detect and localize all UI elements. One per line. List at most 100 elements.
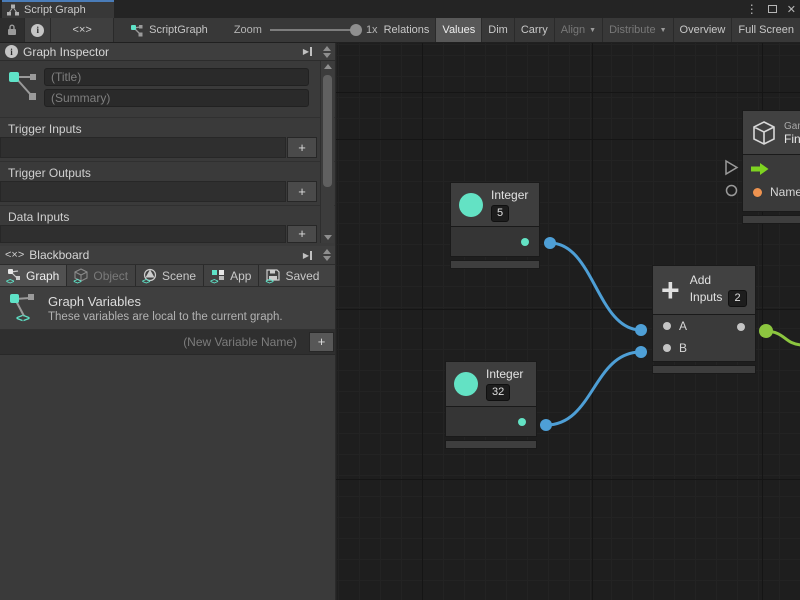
chevron-down-icon: ▼ xyxy=(660,27,667,34)
gameobject-cube-icon xyxy=(751,120,777,146)
output-port[interactable] xyxy=(518,418,526,426)
close-icon[interactable]: ✕ xyxy=(787,3,796,16)
wire-endpoint[interactable] xyxy=(544,237,556,249)
wire-int5-to-a[interactable] xyxy=(550,243,641,330)
breadcrumb-label: ScriptGraph xyxy=(149,24,208,36)
variables-icon: <×> xyxy=(73,24,92,36)
output-port[interactable] xyxy=(737,323,745,331)
svg-text:<>: <> xyxy=(16,311,30,324)
data-inputs-list: + xyxy=(0,225,317,243)
scroll-down-icon[interactable] xyxy=(324,235,332,240)
blackboard-title: Blackboard xyxy=(29,248,298,262)
panel-scroll-arrows[interactable] xyxy=(323,249,331,261)
section-data-inputs: Data Inputs xyxy=(0,205,335,225)
data-port-outline-icon[interactable] xyxy=(725,184,738,197)
node-gameobject-find[interactable]: GameObject Find Name xyxy=(742,110,800,224)
graph-canvas[interactable]: Integer 5 Integer 32 + Add Inputs xyxy=(335,43,800,600)
wire-endpoint[interactable] xyxy=(635,346,647,358)
scrollbar-thumb[interactable] xyxy=(323,75,332,187)
floppy-save-icon: <> xyxy=(266,268,281,283)
blackboard-header: <×> Blackboard ▶ xyxy=(0,246,335,265)
integer-type-icon xyxy=(459,193,483,217)
graph-inspector-header: i Graph Inspector ▶ xyxy=(0,43,335,61)
window-titlebar: Script Graph ⋮ ✕ xyxy=(0,0,800,18)
blackboard-empty-area xyxy=(0,355,335,600)
integer-type-icon xyxy=(454,372,478,396)
tab-graph[interactable]: <> Graph xyxy=(0,265,67,286)
node-title: Integer xyxy=(491,188,528,202)
node-integer-5[interactable]: Integer 5 xyxy=(450,182,540,269)
fullscreen-button[interactable]: Full Screen xyxy=(732,18,800,42)
wire-endpoint[interactable] xyxy=(635,324,647,336)
distribute-button[interactable]: Distribute ▼ xyxy=(603,18,673,42)
new-variable-input[interactable]: (New Variable Name) xyxy=(0,330,307,354)
tab-object[interactable]: <> Object xyxy=(67,265,136,286)
dim-button[interactable]: Dim xyxy=(482,18,515,42)
info-icon: i xyxy=(31,24,44,37)
output-port[interactable] xyxy=(521,238,529,246)
section-trigger-inputs: Trigger Inputs xyxy=(0,117,335,137)
add-icon: + xyxy=(661,275,680,305)
trigger-inputs-list: + xyxy=(0,137,317,158)
lock-button[interactable] xyxy=(0,18,25,42)
trigger-arrow-icon[interactable] xyxy=(751,163,769,175)
graph-inspector-body: (Title) (Summary) xyxy=(0,61,335,117)
graph-inspector-icon xyxy=(8,69,40,103)
trigger-outputs-list: + xyxy=(0,181,317,202)
panel-dock-button[interactable]: ▶ xyxy=(303,251,312,260)
inputs-count-field[interactable]: 2 xyxy=(728,290,746,307)
breadcrumb[interactable]: ScriptGraph xyxy=(130,24,208,37)
graph-icon xyxy=(130,24,143,37)
inputs-label: Inputs xyxy=(690,290,723,304)
add-trigger-input-button[interactable]: + xyxy=(287,137,317,158)
panel-scroll-arrows[interactable] xyxy=(323,46,331,58)
script-graph-icon xyxy=(7,4,19,16)
integer-value-field[interactable]: 32 xyxy=(486,384,510,401)
trigger-outputs-empty xyxy=(0,181,286,202)
node-integer-32[interactable]: Integer 32 xyxy=(445,361,537,449)
graph-variables-description: These variables are local to the current… xyxy=(48,311,283,323)
graph-toolbar: i <×> ScriptGraph Zoom 1x Relations Valu… xyxy=(0,18,800,43)
data-inputs-empty xyxy=(0,225,286,243)
trigger-port-outline-icon[interactable] xyxy=(724,159,739,176)
node-add[interactable]: + Add Inputs 2 A B xyxy=(652,265,756,374)
integer-value-field[interactable]: 5 xyxy=(491,205,509,222)
tab-app[interactable]: <> App xyxy=(204,265,259,286)
input-port-a[interactable] xyxy=(663,322,671,330)
add-trigger-output-button[interactable]: + xyxy=(287,181,317,202)
lock-icon xyxy=(7,24,17,36)
tab-script-graph[interactable]: Script Graph xyxy=(2,0,114,18)
inspector-scrollbar[interactable] xyxy=(320,61,334,243)
zoom-slider[interactable] xyxy=(270,29,358,31)
align-button[interactable]: Align ▼ xyxy=(555,18,603,42)
panel-dock-button[interactable]: ▶ xyxy=(303,47,312,56)
wire-endpoint[interactable] xyxy=(540,419,552,431)
wire-int32-to-b[interactable] xyxy=(546,352,641,425)
values-button[interactable]: Values xyxy=(436,18,482,42)
blackboard-toggle-button[interactable]: <×> xyxy=(51,18,114,42)
relations-button[interactable]: Relations xyxy=(378,18,437,42)
title-field[interactable]: (Title) xyxy=(44,68,309,86)
trigger-inputs-empty xyxy=(0,137,286,158)
graph-variables-icon: <> xyxy=(8,292,38,324)
input-port-b[interactable] xyxy=(663,344,671,352)
add-data-input-button[interactable]: + xyxy=(287,225,317,243)
overview-button[interactable]: Overview xyxy=(674,18,733,42)
zoom-slider-handle[interactable] xyxy=(350,24,362,36)
summary-field[interactable]: (Summary) xyxy=(44,89,309,107)
name-input-port[interactable] xyxy=(753,188,762,197)
window-menu-icon[interactable]: ⋮ xyxy=(746,3,758,15)
inspector-toggle-button[interactable]: i xyxy=(25,18,51,42)
graph-variables-title: Graph Variables xyxy=(48,294,283,309)
wire-endpoint[interactable] xyxy=(759,324,773,338)
node-title: Add xyxy=(690,273,711,287)
carry-button[interactable]: Carry xyxy=(515,18,555,42)
port-b-label: B xyxy=(679,341,687,355)
new-variable-row: (New Variable Name) + xyxy=(0,330,335,355)
tab-saved[interactable]: <> Saved xyxy=(259,265,335,286)
tab-scene[interactable]: <> Scene xyxy=(136,265,204,286)
maximize-icon[interactable] xyxy=(768,5,777,13)
tab-title: Script Graph xyxy=(24,4,86,16)
add-variable-button[interactable]: + xyxy=(309,332,334,352)
scroll-up-icon[interactable] xyxy=(324,64,332,69)
